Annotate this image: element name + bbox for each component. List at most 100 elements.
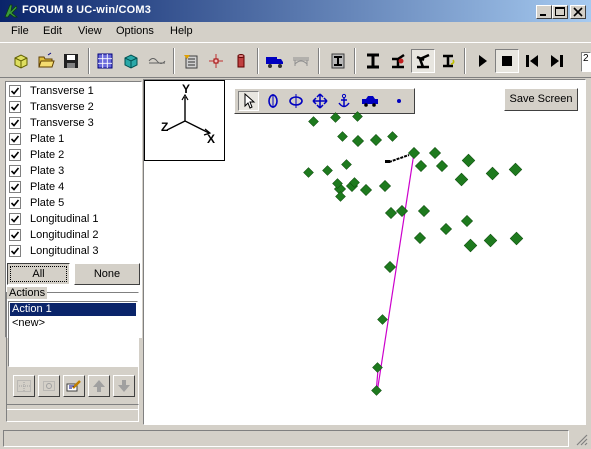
section-view-button[interactable]: [145, 49, 169, 73]
layer-item[interactable]: Plate 3: [9, 163, 64, 179]
model-viewport[interactable]: Y Z X Save Screen: [143, 79, 586, 425]
i-beam-button[interactable]: [361, 49, 385, 73]
actions-list: Action 1 <new>: [8, 301, 138, 367]
load-arrow: [385, 154, 410, 163]
layer-checkbox[interactable]: [9, 181, 21, 193]
window-title: FORUM 8 UC-win/COM3: [22, 4, 152, 16]
layer-checkbox[interactable]: [9, 149, 21, 161]
load-data-button[interactable]: [179, 49, 203, 73]
toolbar-separator: [257, 48, 259, 74]
menu-edit[interactable]: Edit: [43, 25, 62, 37]
add-node-button[interactable]: [204, 49, 228, 73]
cube-grid-icon: [14, 54, 28, 69]
solid-cube-icon: [124, 54, 138, 69]
menu-file[interactable]: File: [11, 25, 29, 37]
arrow-up-icon: [93, 380, 105, 392]
action-edit-button[interactable]: [63, 375, 85, 397]
stop-button[interactable]: [495, 49, 519, 73]
open-button[interactable]: [34, 49, 58, 73]
layer-checkbox[interactable]: [9, 117, 21, 129]
layer-checkbox[interactable]: [9, 101, 21, 113]
layer-item[interactable]: Longitudinal 2: [9, 227, 99, 243]
node-points: [303, 111, 524, 396]
menu-help[interactable]: Help: [170, 25, 193, 37]
menu-view[interactable]: View: [78, 25, 102, 37]
maximize-button[interactable]: [552, 5, 568, 19]
rotate-beam-button[interactable]: [436, 49, 460, 73]
grid-view-button[interactable]: [93, 49, 117, 73]
action-item[interactable]: Action 1: [10, 303, 136, 316]
play-icon: [479, 55, 487, 67]
layer-label: Longitudinal 3: [30, 245, 99, 257]
toolbar-separator: [173, 48, 175, 74]
bend-beam-button[interactable]: [386, 49, 410, 73]
action-settings-button[interactable]: [38, 375, 60, 397]
layer-item[interactable]: Plate 1: [9, 131, 64, 147]
layer-label: Plate 5: [30, 197, 65, 209]
layer-item[interactable]: Longitudinal 3: [9, 243, 99, 259]
section-beam-button[interactable]: [326, 49, 350, 73]
layer-label: Transverse 3: [30, 117, 94, 129]
truck-icon: [266, 57, 283, 68]
twist-beam-button[interactable]: [411, 49, 435, 73]
resize-grip-icon[interactable]: [576, 434, 588, 446]
layer-checkbox[interactable]: [9, 229, 21, 241]
status-bar: [0, 428, 591, 449]
checkmark-icon: [10, 135, 20, 143]
crosshair-icon: [209, 54, 223, 68]
new-model-button[interactable]: [9, 49, 33, 73]
action-item[interactable]: <new>: [10, 317, 136, 330]
minimize-button[interactable]: [536, 5, 552, 19]
layer-item[interactable]: Transverse 2: [9, 99, 94, 115]
member-lines: [375, 152, 415, 394]
action-grid-button[interactable]: [13, 375, 35, 397]
menu-options[interactable]: Options: [116, 25, 154, 37]
dotted-gear-icon: [43, 381, 55, 391]
layer-checkbox[interactable]: [9, 245, 21, 257]
bridge-button[interactable]: [289, 49, 313, 73]
layer-checkbox[interactable]: [9, 133, 21, 145]
frame-number-field[interactable]: 2: [581, 52, 591, 72]
app-icon: [4, 4, 18, 18]
layer-checkbox[interactable]: [9, 197, 21, 209]
toolbar-separator: [354, 48, 356, 74]
layer-item[interactable]: Longitudinal 1: [9, 211, 99, 227]
checkmark-icon: [10, 183, 20, 191]
layer-item[interactable]: Plate 2: [9, 147, 64, 163]
checkmark-icon: [10, 167, 20, 175]
add-member-button[interactable]: [229, 49, 253, 73]
solid-view-button[interactable]: [119, 49, 143, 73]
move-down-button[interactable]: [113, 375, 135, 397]
model-canvas: [303, 111, 524, 396]
step-forward-icon: [551, 55, 563, 67]
play-button[interactable]: [470, 49, 494, 73]
menu-bar: File Edit View Options Help: [0, 22, 591, 41]
layer-item[interactable]: Plate 5: [9, 195, 64, 211]
step-forward-button[interactable]: [545, 49, 569, 73]
cylinder-icon: [237, 54, 245, 68]
layer-item[interactable]: Transverse 3: [9, 115, 94, 131]
title-bar: FORUM 8 UC-win/COM3: [0, 0, 591, 22]
toolbar-separator: [88, 48, 90, 74]
close-button[interactable]: [570, 5, 586, 19]
step-back-button[interactable]: [520, 49, 544, 73]
vehicle-button[interactable]: [263, 49, 287, 73]
save-button[interactable]: [59, 49, 83, 73]
layer-label: Plate 2: [30, 149, 65, 161]
open-folder-icon: [38, 52, 55, 68]
layer-checkbox[interactable]: [9, 165, 21, 177]
edit-icon: [66, 380, 81, 392]
grid-icon: [97, 53, 113, 69]
i-beam-icon: [367, 53, 379, 69]
close-icon: [573, 7, 583, 17]
dotted-grid-icon: [17, 380, 31, 392]
checkmark-icon: [10, 199, 20, 207]
layer-checkbox[interactable]: [9, 85, 21, 97]
layer-item[interactable]: Transverse 1: [9, 83, 94, 99]
layer-item[interactable]: Plate 4: [9, 179, 64, 195]
i-beam-stack-icon: [331, 53, 345, 69]
layer-checkbox[interactable]: [9, 213, 21, 225]
select-none-button[interactable]: None: [74, 263, 140, 285]
select-all-button[interactable]: All: [7, 263, 70, 285]
move-up-button[interactable]: [88, 375, 110, 397]
